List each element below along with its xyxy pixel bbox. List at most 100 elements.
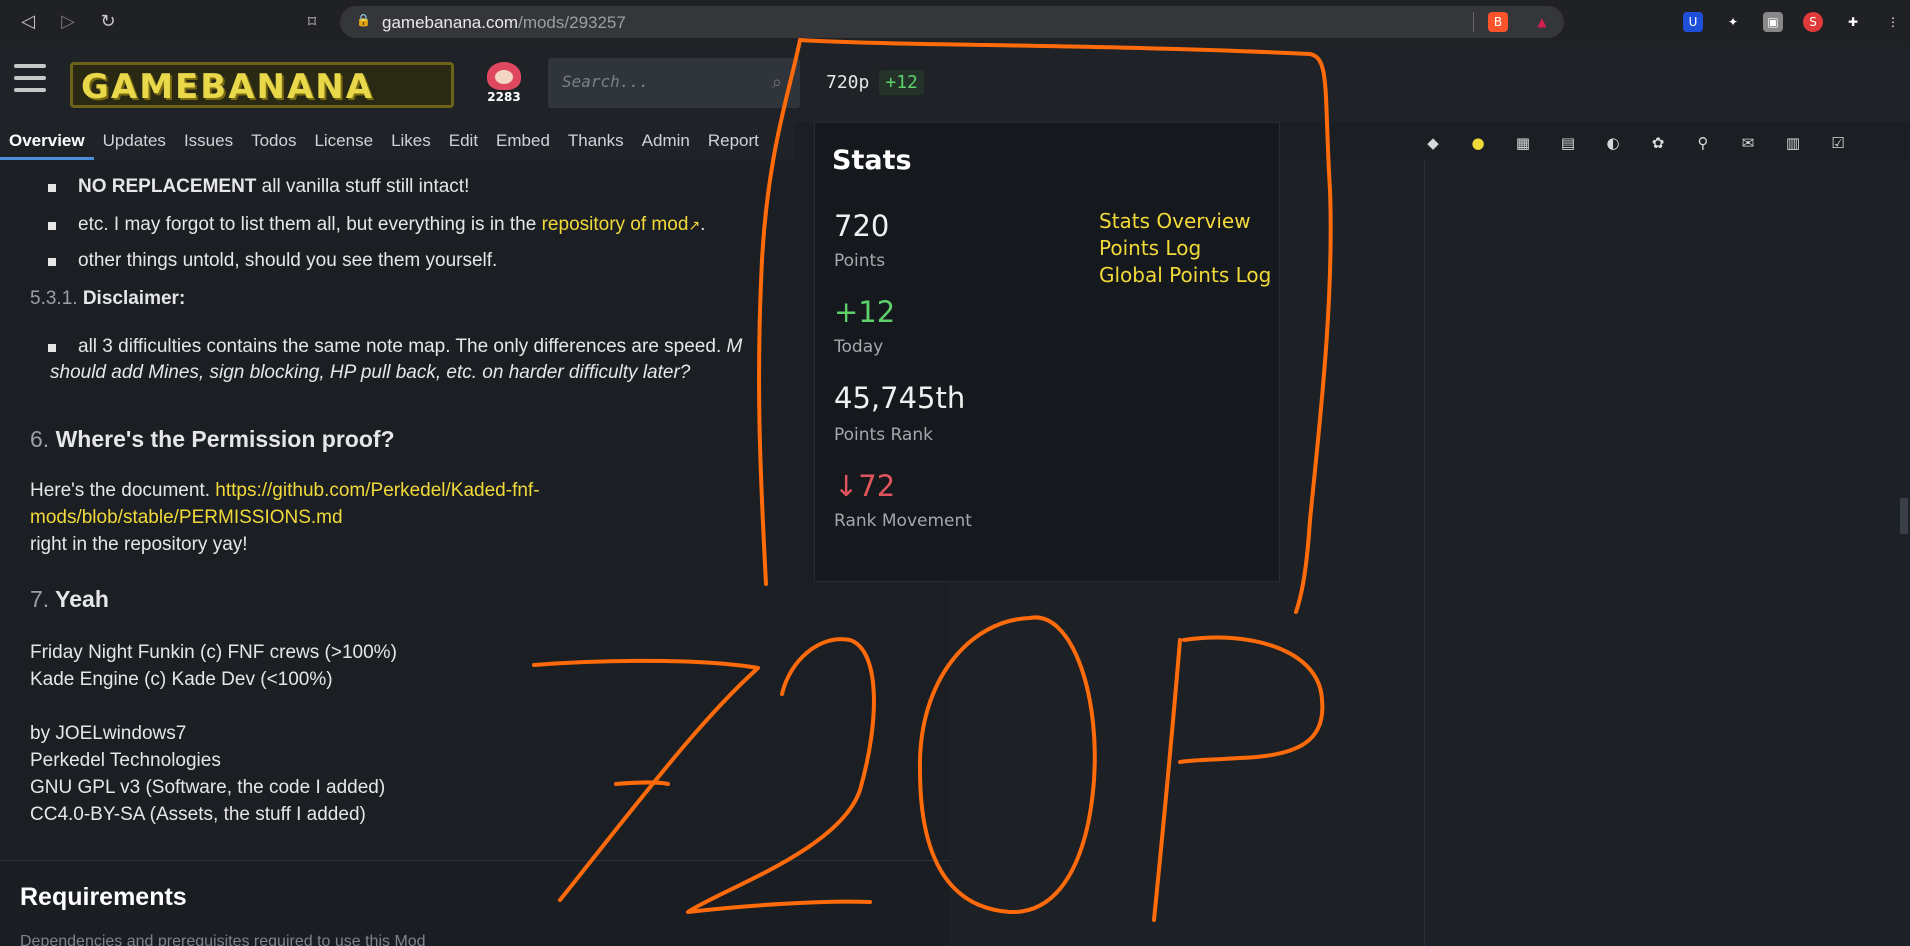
section-title: Yeah [55,586,109,612]
tab-report[interactable]: Report [699,122,768,160]
bullet-marker [48,258,56,266]
bullet4-text: all 3 difficulties contains the same not… [78,336,727,357]
points-log-link[interactable]: Points Log [1099,236,1201,260]
search-input[interactable] [562,72,762,91]
stat-rank-label: Points Rank [834,425,933,445]
tab-updates[interactable]: Updates [94,122,175,160]
tab-edit[interactable]: Edit [440,122,487,160]
bullet-marker [48,344,56,352]
permissions-link-continued[interactable]: mods/blob/stable/PERMISSIONS.md [30,507,343,529]
list-item: NO REPLACEMENT all vanilla stuff still i… [78,176,469,198]
points-pill[interactable]: 720p +12 [816,60,934,104]
warning-icon[interactable]: ◆ [1422,132,1444,154]
coin-icon[interactable]: ● [1467,132,1489,154]
mod-tabs: Overview Updates Issues Todos License Li… [0,122,795,160]
s-badge-icon[interactable]: S [1803,12,1823,32]
pin-icon[interactable]: ⚲ [1692,132,1714,154]
building-icon[interactable]: ▥ [1782,132,1804,154]
section-heading: 6. Where's the Permission proof? [30,426,395,453]
section-title: Where's the Permission proof? [55,426,395,452]
credit-line: Kade Engine (c) Kade Dev (<100%) [30,669,333,690]
url-domain: gamebanana.com [382,13,519,32]
hamburger-menu-icon[interactable] [14,64,46,98]
section-number: 6. [30,426,50,452]
perm-text: Here's the document. [30,480,216,501]
tab-embed[interactable]: Embed [487,122,559,160]
stats-popup: Stats 720 Points +12 Today 45,745th Poin… [814,122,1280,582]
bullet1-rest: all vanilla stuff still intact! [256,176,470,197]
back-icon[interactable]: ◁ [14,8,42,36]
credit-line: Friday Night Funkin (c) FNF crews (>100%… [30,642,397,663]
tab-overview[interactable]: Overview [0,122,94,160]
forward-icon[interactable]: ▷ [54,8,82,36]
section-number: 7. [30,586,50,612]
stat-today-value: +12 [834,295,896,329]
bullet-marker [48,222,56,230]
puzzle-icon[interactable]: ✚ [1843,12,1863,32]
requirements-section: Requirements Dependencies and prerequisi… [0,860,950,946]
tab-admin[interactable]: Admin [633,122,699,160]
points-delta: +12 [879,69,924,95]
brave-shield-icon[interactable]: B [1488,12,1508,32]
credit-line: by JOELwindows7 [30,723,187,744]
credit-line: CC4.0-BY-SA (Assets, the stuff I added) [30,804,366,825]
requirements-subtitle: Dependencies and prerequisites required … [20,933,426,946]
bullet-marker [48,184,56,192]
grid-icon[interactable]: ▦ [1512,132,1534,154]
stat-points-value: 720 [834,209,890,243]
avatar[interactable]: 2283 [484,62,524,106]
column-divider [1424,160,1425,946]
search-icon[interactable]: ⌕ [772,72,792,93]
url-divider [1473,12,1474,32]
tab-thanks[interactable]: Thanks [559,122,633,160]
repository-link[interactable]: repository of mod [542,214,689,235]
reload-icon[interactable]: ↻ [94,8,122,36]
tab-issues[interactable]: Issues [175,122,242,160]
credit-line: Perkedel Technologies [30,750,221,771]
bullet2-end: . [700,214,706,235]
list-item: etc. I may forgot to list them all, but … [78,214,705,236]
logo-text: GAMEBANANA [81,67,375,107]
external-link-icon: ↗ [688,218,701,234]
requirements-title: Requirements [20,883,187,911]
menu-icon[interactable]: ⋮ [1883,12,1903,32]
list-item: all 3 difficulties contains the same not… [78,336,742,358]
points-value: 720p [826,71,870,93]
bullet2-text: etc. I may forgot to list them all, but … [78,214,542,235]
mod-description: NO REPLACEMENT all vanilla stuff still i… [0,160,795,860]
checklist-icon[interactable]: ☑ [1827,132,1849,154]
bookmark-icon[interactable]: ⌑ [298,8,326,36]
hacker-icon[interactable]: ✦ [1723,12,1743,32]
global-points-log-link[interactable]: Global Points Log [1099,263,1271,287]
list-item: other things untold, should you see them… [78,250,498,271]
gear-icon[interactable]: ✿ [1647,132,1669,154]
browser-toolbar: ◁ ▷ ↻ ⌑ 🔒 gamebanana.com/mods/293257 B ▲… [0,0,1910,44]
lock-icon: 🔒 [356,13,371,27]
subsection-title: Disclaimer: [82,288,186,309]
brain-icon[interactable]: ◐ [1602,132,1624,154]
address-bar[interactable]: 🔒 gamebanana.com/mods/293257 B ▲ [340,6,1564,38]
tab-likes[interactable]: Likes [382,122,440,160]
bitwarden-icon[interactable]: U [1683,12,1703,32]
stats-overview-link[interactable]: Stats Overview [1099,209,1251,233]
tab-license[interactable]: License [305,122,382,160]
paragraph: Here's the document. https://github.com/… [30,480,540,502]
stat-points-label: Points [834,251,886,271]
stat-movement-value: ↓72 [834,469,896,503]
tab-todos[interactable]: Todos [242,122,305,160]
permissions-link[interactable]: https://github.com/Perkedel/Kaded-fnf- [215,480,539,501]
search-box[interactable]: ⌕ [548,58,800,108]
avatar-count: 2283 [487,90,521,104]
drive-icon[interactable]: ▤ [1557,132,1579,154]
url-text[interactable]: gamebanana.com/mods/293257 [382,13,626,33]
screen-icon[interactable]: ▣ [1763,12,1783,32]
triangle-icon[interactable]: ▲ [1532,12,1552,32]
scrollbar-thumb[interactable] [1900,498,1908,534]
mail-icon[interactable]: ✉ [1737,132,1759,154]
url-path: /mods/293257 [518,13,626,32]
avatar-image [487,62,521,90]
section-heading: 7. Yeah [30,586,109,613]
bullet4-ital: M [726,336,743,357]
gamebanana-logo[interactable]: GAMEBANANA [70,62,454,108]
subsection-number: 5.3.1. [30,288,78,309]
